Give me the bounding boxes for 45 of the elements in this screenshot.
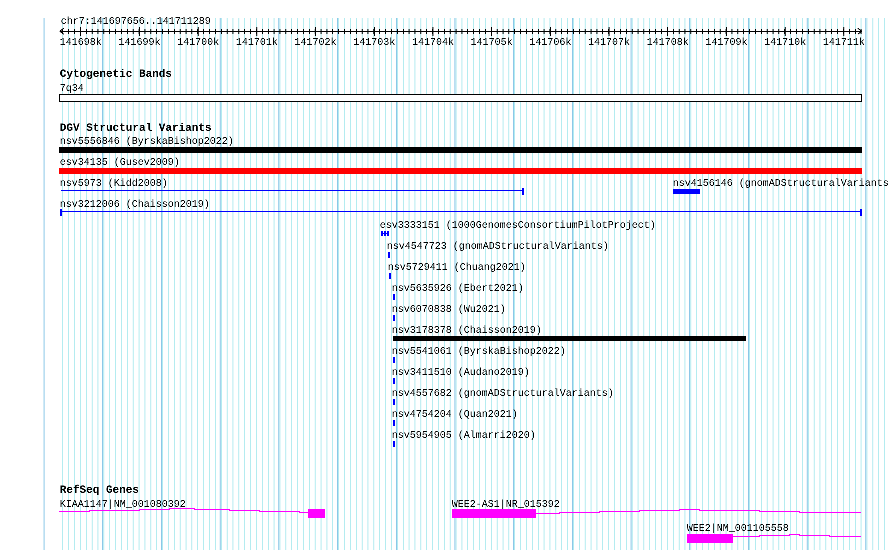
ruler-tick-label: 141703k [354, 38, 396, 49]
ruler-tick-label: 141698k [60, 38, 102, 49]
ruler-tick-label: 141707k [588, 38, 630, 49]
variant-feature[interactable] [60, 209, 862, 216]
variant-label: nsv5973 (Kidd2008) [60, 179, 168, 190]
ruler-tick-label: 141706k [530, 38, 572, 49]
variant-label: nsv5635926 (Ebert2021) [392, 284, 524, 295]
track-title: RefSeq Genes [60, 485, 140, 497]
ruler-tick-label: 141700k [177, 38, 220, 49]
gene-model[interactable] [452, 509, 862, 518]
ruler-tick-label: 141709k [706, 38, 748, 49]
variant-label: nsv4156146 (gnomADStructuralVariants [673, 179, 890, 190]
variant-label: nsv4754204 (Quan2021) [392, 410, 518, 421]
variant-label: esv34135 (Gusev2009) [60, 158, 180, 169]
cytoband[interactable] [59, 94, 862, 102]
variant-label: nsv4547723 (gnomADStructuralVariants) [387, 242, 610, 253]
location-label: chr7:141697656..141711289 [61, 17, 212, 28]
variant-label: nsv3411510 (Audano2019) [392, 368, 530, 379]
ruler-tick-label: 141705k [470, 38, 513, 49]
variant-label: nsv5541061 (ByrskaBishop2022) [392, 347, 566, 358]
ruler-tick-label: 141708k [647, 38, 689, 49]
ruler-tick-label: 141711k [823, 38, 866, 49]
track-title: Cytogenetic Bands [60, 69, 172, 81]
ruler-tick-label: 141699k [118, 38, 161, 49]
cytoband-label: 7q34 [60, 84, 84, 95]
ruler-tick-label: 141710k [764, 38, 806, 49]
gene-label: KIAA1147|NM_001080392 [60, 500, 186, 511]
ruler-tick-label: 141701k [236, 38, 278, 49]
gene-model[interactable] [58, 508, 325, 518]
variant-label: nsv5556846 (ByrskaBishop2022) [60, 137, 234, 148]
track-title: DGV Structural Variants [60, 123, 212, 135]
variant-label: nsv3178378 (Chaisson2019) [392, 326, 542, 337]
variant-label: nsv5729411 (Chuang2021) [388, 263, 526, 274]
variant-feature[interactable] [61, 188, 524, 195]
variant-feature[interactable] [381, 231, 389, 236]
variant-label: nsv3212006 (Chaisson2019) [60, 200, 210, 211]
variant-label: nsv5954905 (Almarri2020) [392, 431, 536, 442]
gene-label: WEE2|NM_001105558 [687, 524, 790, 535]
gene-model[interactable] [687, 534, 862, 543]
variant-label: esv3333151 (1000GenomesConsortiumPilotProject) [380, 221, 656, 232]
gene-label: WEE2-AS1|NR_015392 [452, 500, 560, 511]
variant-label: nsv6070838 (Wu2021) [392, 305, 506, 316]
ruler-tick-label: 141704k [412, 38, 454, 49]
variant-label: nsv4557682 (gnomADStructuralVariants) [392, 389, 614, 400]
ruler-tick-label: 141702k [294, 38, 337, 49]
